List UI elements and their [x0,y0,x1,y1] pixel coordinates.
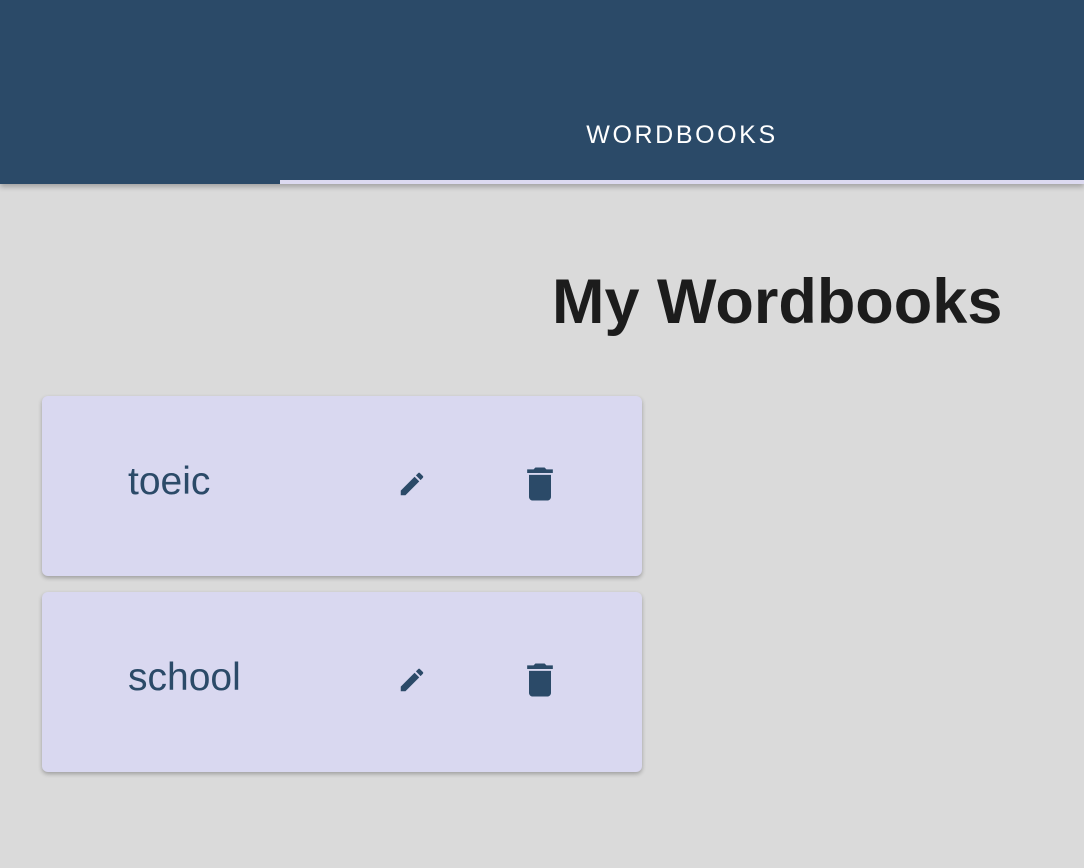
app-bar: WORDBOOKS [0,0,1084,184]
wordbook-card[interactable]: toeic [42,396,642,576]
delete-icon [527,467,553,501]
edit-button[interactable] [388,656,436,704]
delete-button[interactable] [516,656,564,704]
tab-wordbooks[interactable]: WORDBOOKS [280,100,1084,184]
wordbook-name[interactable]: toeic [128,460,210,504]
wordbook-name[interactable]: school [128,656,241,700]
edit-icon [400,472,424,496]
wordbook-card[interactable]: school [42,592,642,772]
tab-wordbooks-label: WORDBOOKS [586,121,778,149]
edit-icon [400,668,424,692]
edit-button[interactable] [388,460,436,508]
delete-button[interactable] [516,460,564,508]
page-title: My Wordbooks [552,267,1003,337]
delete-icon [527,663,553,697]
tab-active-indicator [280,180,1084,184]
